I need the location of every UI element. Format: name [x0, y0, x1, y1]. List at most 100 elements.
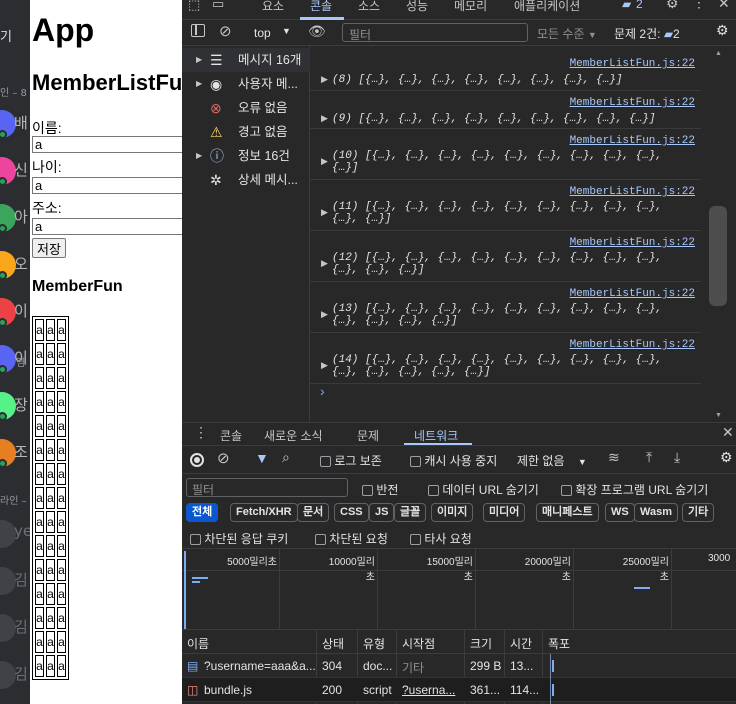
console-log-entry[interactable]: MemberListFun.js:22 ▶ (9) [{…}, {…}, {…}, … — [310, 91, 701, 129]
type-filter-chip[interactable]: CSS — [334, 503, 369, 522]
search-icon[interactable]: ⌕ — [282, 449, 290, 466]
user-name[interactable]: 조 — [14, 441, 28, 462]
scroll-up-arrow[interactable]: ▲ — [715, 50, 722, 57]
expand-arrow-icon[interactable]: ▶ — [321, 156, 328, 167]
export-icon[interactable]: ⤓ — [674, 449, 680, 466]
issues-button[interactable]: 문제 2건: ▰2 — [614, 25, 680, 42]
expand-arrow-icon[interactable]: ▶ — [321, 74, 328, 85]
column-header[interactable]: 크기 — [470, 635, 492, 652]
device-icon[interactable]: ▭ — [212, 0, 224, 12]
type-filter-chip[interactable]: 문서 — [297, 503, 330, 522]
context-selector[interactable]: top ▼ — [246, 25, 308, 41]
user-name[interactable]: 아 — [14, 206, 28, 227]
drawer-tab-network[interactable]: 네트워크 — [414, 427, 458, 444]
tab-performance[interactable]: 성능 — [406, 0, 428, 14]
request-row[interactable]: ▤ ?username=aaa&a... 304 doc... 기타 299 B 13... — [182, 654, 736, 678]
clear-console-icon[interactable]: ⊘ — [219, 22, 232, 40]
network-filter-input[interactable]: 필터 — [186, 478, 348, 497]
sidebar-filter-item[interactable]: ▶ ☰ 메시지 16개 — [182, 48, 310, 72]
issues-badge-icon[interactable]: ▰ — [622, 0, 631, 11]
source-link[interactable]: MemberListFun.js:22 — [570, 135, 695, 147]
expand-arrow-icon[interactable]: ▶ — [196, 48, 202, 72]
user-name[interactable]: 배 — [14, 112, 28, 133]
user-name[interactable]: ye — [14, 522, 30, 540]
drawer-tab-issues[interactable]: 문제 — [357, 427, 379, 444]
blocked-cookies-checkbox[interactable]: 차단된 응답 쿠키 — [190, 530, 288, 547]
type-filter-chip[interactable]: Wasm — [634, 503, 678, 522]
user-name[interactable]: 장 — [14, 394, 28, 415]
console-log-entry[interactable]: MemberListFun.js:22 ▶ (14) [{…}, {…}, {…},… — [310, 333, 701, 384]
type-filter-chip[interactable]: 전체 — [186, 503, 219, 522]
source-link[interactable]: MemberListFun.js:22 — [570, 288, 695, 300]
hide-data-urls-checkbox[interactable]: 데이터 URL 숨기기 — [428, 481, 539, 498]
column-header[interactable]: 상태 — [322, 635, 344, 652]
throttle-selector[interactable]: 제한 없음 ▼ — [517, 452, 587, 469]
user-name[interactable]: 김 — [14, 663, 28, 684]
sidebar-filter-item[interactable]: ▶ ⓘ 정보 16건 — [182, 144, 310, 168]
drawer-tab-whats-new[interactable]: 새로운 소식 — [264, 427, 323, 444]
drawer-tab-console[interactable]: 콘솔 — [220, 427, 242, 444]
console-prompt[interactable]: › — [320, 383, 325, 399]
hide-extension-urls-checkbox[interactable]: 확장 프로그램 URL 숨기기 — [561, 481, 708, 498]
type-filter-chip[interactable]: 기타 — [682, 503, 715, 522]
type-filter-chip[interactable]: 매니페스트 — [536, 503, 599, 522]
column-header[interactable]: 유형 — [363, 635, 385, 652]
drawer-menu-icon[interactable]: ⋮ — [194, 424, 208, 441]
inspect-icon[interactable]: ⬚ — [188, 0, 200, 13]
settings-icon[interactable]: ⚙ — [666, 0, 679, 12]
sidebar-filter-item[interactable]: ▶ ◉ 사용자 메... — [182, 72, 310, 96]
third-party-checkbox[interactable]: 타사 요청 — [410, 530, 472, 547]
network-overview[interactable]: 5000밀리초 10000밀리초 15000밀리초 20000밀리초 25000밀리초 3… — [182, 548, 736, 630]
expand-arrow-icon[interactable]: ▶ — [196, 144, 202, 168]
eye-icon[interactable]: 👁︎ — [308, 23, 326, 40]
user-name[interactable]: 김 — [14, 616, 28, 637]
record-icon[interactable] — [190, 453, 204, 467]
console-log-entry[interactable]: MemberListFun.js:22 ▶ (10) [{…}, {…}, {…},… — [310, 129, 701, 180]
sidebar-filter-item[interactable]: ✲ 상세 메시... — [182, 168, 310, 192]
type-filter-chip[interactable]: WS — [605, 503, 635, 522]
scrollbar-thumb[interactable] — [709, 206, 727, 306]
column-header[interactable]: 시작점 — [402, 635, 435, 652]
tab-memory[interactable]: 메모리 — [454, 0, 487, 14]
expand-arrow-icon[interactable]: ▶ — [196, 72, 202, 96]
expand-arrow-icon[interactable]: ▶ — [321, 258, 328, 269]
expand-arrow-icon[interactable]: ▶ — [321, 309, 328, 320]
filter-icon[interactable]: ▼ — [255, 450, 269, 466]
save-button[interactable]: 저장 — [32, 238, 66, 258]
type-filter-chip[interactable]: Fetch/XHR — [230, 503, 298, 522]
type-filter-chip[interactable]: 이미지 — [431, 503, 474, 522]
console-scrollbar[interactable]: ▲ ▼ — [701, 46, 736, 422]
source-link[interactable]: MemberListFun.js:22 — [570, 186, 695, 198]
source-link[interactable]: MemberListFun.js:22 — [570, 58, 695, 70]
log-level-selector[interactable]: 모든 수준 ▼ — [537, 25, 597, 42]
expand-arrow-icon[interactable]: ▶ — [321, 207, 328, 218]
type-filter-chip[interactable]: JS — [369, 503, 395, 522]
user-name[interactable]: 오 — [14, 253, 28, 274]
expand-arrow-icon[interactable]: ▶ — [321, 360, 328, 371]
wifi-icon[interactable]: ≋ — [608, 449, 620, 466]
blocked-requests-checkbox[interactable]: 차단된 요청 — [315, 530, 388, 547]
preserve-log-checkbox[interactable]: 로그 보존 — [320, 452, 382, 469]
drawer-close-icon[interactable]: ✕ — [722, 424, 734, 441]
source-link[interactable]: MemberListFun.js:22 — [570, 339, 695, 351]
tab-sources[interactable]: 소스 — [358, 0, 380, 14]
name-field[interactable]: a — [32, 136, 182, 153]
age-field[interactable]: a — [32, 177, 182, 194]
clear-icon[interactable]: ⊘ — [217, 449, 230, 467]
tab-elements[interactable]: 요소 — [262, 0, 284, 14]
user-name[interactable]: 신 — [14, 159, 28, 180]
type-filter-chip[interactable]: 미디어 — [483, 503, 526, 522]
source-link[interactable]: MemberListFun.js:22 — [570, 97, 695, 109]
type-filter-chip[interactable]: 글꼴 — [394, 503, 427, 522]
console-log-entry[interactable]: MemberListFun.js:22 ▶ (13) [{…}, {…}, {…},… — [310, 282, 701, 333]
console-log-entry[interactable]: MemberListFun.js:22 ▶ (8) [{…}, {…}, {…}, … — [310, 52, 701, 91]
user-name[interactable]: 이 — [14, 300, 28, 321]
column-header[interactable]: 이름 — [187, 635, 209, 652]
request-row[interactable]: ◫ bundle.js 200 script ?userna... 361... 114..… — [182, 678, 736, 702]
request-initiator[interactable]: 기타 — [402, 659, 462, 676]
user-name[interactable]: 김 — [14, 569, 28, 590]
sidebar-filter-item[interactable]: ⊗ 오류 없음 — [182, 96, 310, 120]
column-header[interactable]: 시간 — [510, 635, 532, 652]
sidebar-toggle-icon[interactable] — [191, 24, 205, 37]
close-icon[interactable]: ✕ — [718, 0, 730, 12]
